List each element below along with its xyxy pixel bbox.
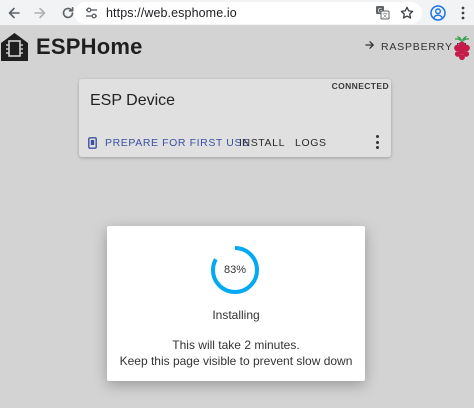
progress-percent: 83% bbox=[223, 264, 247, 276]
device-title: ESP Device bbox=[90, 92, 176, 109]
dialog-message-line1: This will take 2 minutes. bbox=[172, 338, 300, 352]
status-badge: CONNECTED bbox=[331, 81, 389, 91]
phone-icon bbox=[88, 136, 97, 149]
card-actions: PREPARE FOR FIRST USE INSTALL LOGS bbox=[79, 129, 391, 155]
card-menu-icon[interactable] bbox=[373, 135, 381, 149]
install-button[interactable]: INSTALL bbox=[239, 137, 285, 149]
dialog-message-line2: Keep this page visible to prevent slow d… bbox=[119, 354, 353, 368]
translate-icon[interactable]: G文 bbox=[375, 5, 390, 25]
back-arrow-icon[interactable] bbox=[2, 1, 26, 25]
brand-title: ESPHome bbox=[36, 34, 143, 59]
device-card: CONNECTED ESP Device PREPARE FOR FIRST U… bbox=[79, 79, 391, 157]
url-text: https://web.esphome.io bbox=[106, 6, 237, 20]
forward-arrow-icon[interactable] bbox=[28, 1, 52, 25]
address-bar[interactable]: https://web.esphome.io G文 bbox=[74, 2, 422, 24]
installing-dialog: 83% Installing This will take 2 minutes.… bbox=[107, 226, 365, 381]
browser-toolbar: https://web.esphome.io G文 bbox=[0, 0, 474, 26]
site-settings-icon[interactable] bbox=[80, 7, 102, 19]
prepare-for-first-use-button[interactable]: PREPARE FOR FIRST USE bbox=[105, 137, 250, 149]
svg-text:文: 文 bbox=[382, 12, 388, 20]
arrow-right-icon bbox=[365, 40, 375, 53]
dialog-title: Installing bbox=[212, 308, 260, 322]
logs-button[interactable]: LOGS bbox=[295, 137, 327, 149]
bookmark-star-icon[interactable] bbox=[400, 6, 414, 25]
raspberry-pi-icon[interactable] bbox=[451, 33, 473, 61]
menu-kebab-icon[interactable] bbox=[456, 3, 470, 23]
app-header: ESPHome RASPBERRY PI bbox=[0, 27, 474, 67]
profile-icon[interactable] bbox=[428, 3, 448, 23]
esphome-logo-icon bbox=[1, 33, 28, 61]
